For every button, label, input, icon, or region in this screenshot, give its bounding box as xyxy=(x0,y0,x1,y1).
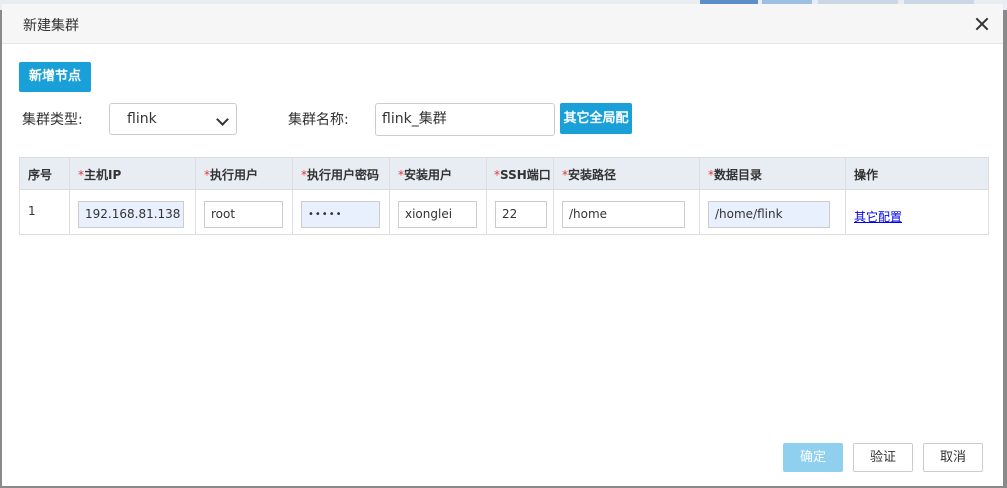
header-label: 执行用户 xyxy=(210,168,259,182)
exec-user-input[interactable]: root xyxy=(204,201,283,228)
cell-exec-user: root xyxy=(196,190,293,234)
cell-install-path: /home xyxy=(554,190,700,234)
chevron-down-icon xyxy=(216,113,229,126)
header-actions: 操作 xyxy=(846,158,988,189)
cell-data-dir: /home/flink xyxy=(700,190,846,234)
exec-password-input[interactable]: ••••• xyxy=(301,201,380,228)
table-header-row: 序号 *主机IP *执行用户 *执行用户密码 *安装用户 *SSH端口 *安装路… xyxy=(20,158,988,190)
cell-ssh-port: 22 xyxy=(487,190,554,234)
add-node-button[interactable]: 新增节点 xyxy=(19,62,91,92)
verify-button[interactable]: 验证 xyxy=(853,443,913,472)
header-label: 序号 xyxy=(28,168,53,182)
global-config-button[interactable]: 其它全局配 xyxy=(560,103,632,134)
node-table: 序号 *主机IP *执行用户 *执行用户密码 *安装用户 *SSH端口 *安装路… xyxy=(19,157,989,235)
host-ip-input[interactable]: 192.168.81.138 xyxy=(78,201,184,228)
header-label: 数据目录 xyxy=(714,168,763,182)
data-dir-input[interactable]: /home/flink xyxy=(708,201,830,228)
cell-host-ip: 192.168.81.138 xyxy=(70,190,196,234)
header-label: 操作 xyxy=(854,168,879,182)
table-row: 1 192.168.81.138 root ••••• xionglei 22 … xyxy=(20,190,988,234)
install-user-input[interactable]: xionglei xyxy=(398,201,477,228)
row-index: 1 xyxy=(28,204,36,218)
header-label: 主机IP xyxy=(84,168,122,182)
cell-actions: 其它配置 xyxy=(846,190,988,234)
confirm-button[interactable]: 确定 xyxy=(783,443,843,472)
header-label: 安装用户 xyxy=(404,168,453,182)
other-config-link[interactable]: 其它配置 xyxy=(854,208,902,225)
header-ssh-port: *SSH端口 xyxy=(487,158,554,189)
ssh-port-input[interactable]: 22 xyxy=(495,201,547,228)
cluster-type-select[interactable]: flink xyxy=(109,103,237,135)
header-exec-user: *执行用户 xyxy=(196,158,293,189)
cell-exec-password: ••••• xyxy=(293,190,390,234)
new-cluster-dialog: 新建集群 新增节点 集群类型: flink 集群名称: flink_集群 其它全… xyxy=(2,4,1003,486)
dialog-title: 新建集群 xyxy=(23,18,79,34)
cell-install-user: xionglei xyxy=(390,190,487,234)
header-data-dir: *数据目录 xyxy=(700,158,846,189)
header-host-ip: *主机IP xyxy=(70,158,196,189)
header-exec-password: *执行用户密码 xyxy=(293,158,390,189)
install-path-input[interactable]: /home xyxy=(562,201,685,228)
header-label: 安装路径 xyxy=(568,168,617,182)
header-label: SSH端口 xyxy=(500,168,551,182)
cell-index: 1 xyxy=(20,190,70,234)
cluster-name-input[interactable]: flink_集群 xyxy=(375,103,555,136)
cluster-name-label: 集群名称: xyxy=(288,112,349,128)
dialog-header: 新建集群 xyxy=(2,4,1003,44)
header-install-path: *安装路径 xyxy=(554,158,700,189)
close-icon[interactable] xyxy=(971,13,993,35)
header-label: 执行用户密码 xyxy=(307,168,380,182)
header-install-user: *安装用户 xyxy=(390,158,487,189)
cluster-type-value: flink xyxy=(127,111,157,127)
cancel-button[interactable]: 取消 xyxy=(923,443,983,472)
cluster-type-label: 集群类型: xyxy=(22,112,83,128)
header-index: 序号 xyxy=(20,158,70,189)
